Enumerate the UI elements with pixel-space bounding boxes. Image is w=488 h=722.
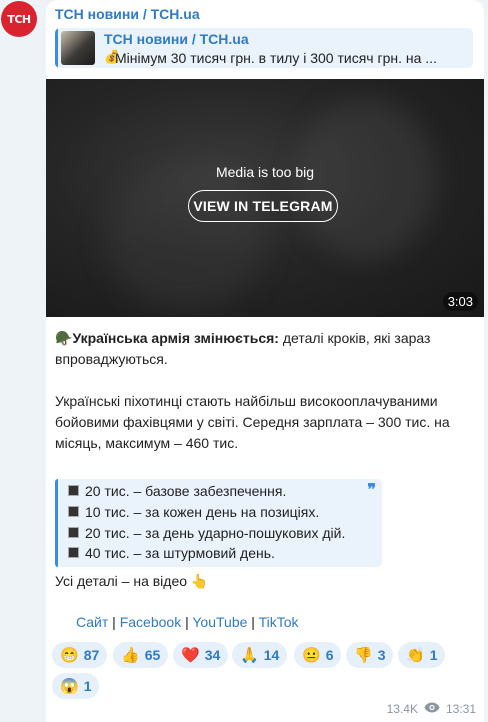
quote-mark-icon: ❞ <box>367 482 376 499</box>
message-meta: 13.4K 13:31 <box>387 702 476 716</box>
thumbs-down-emoji-icon: 👎 <box>354 647 373 664</box>
black-square-icon <box>68 485 79 496</box>
reaction-pray[interactable]: 🙏 14 <box>232 642 288 668</box>
media-too-big-message: Media is too big <box>215 164 315 180</box>
link-youtube[interactable]: YouTube <box>192 614 247 630</box>
black-square-icon <box>68 547 79 558</box>
channel-avatar[interactable]: ТСН <box>1 1 37 37</box>
scream-emoji-icon: 😱 <box>60 678 79 695</box>
reply-accent-bar <box>55 28 58 68</box>
black-square-icon <box>68 506 79 517</box>
clap-emoji-icon: 👏 <box>406 647 425 664</box>
view-in-telegram-button[interactable]: VIEW IN TELEGRAM <box>188 190 338 222</box>
reaction-heart[interactable]: ❤️ 34 <box>173 642 229 668</box>
reaction-clap[interactable]: 👏 1 <box>398 642 446 668</box>
reply-text: Мінімум 30 тисяч грн. в тилу і 300 тисяч… <box>115 50 437 66</box>
body-paragraph: Українські піхотинці стають найбільш вис… <box>55 393 450 451</box>
quote-line: 40 тис. – за штурмовий день. <box>68 545 275 561</box>
quote-accent-bar <box>55 479 58 567</box>
reply-preview[interactable]: ТСН новини / TCH.ua 💰 Мінімум 30 тисяч г… <box>55 28 473 68</box>
reply-channel-name: ТСН новини / TCH.ua <box>104 31 249 47</box>
quote-line: 20 тис. – базове забезпечення. <box>68 483 286 499</box>
black-square-icon <box>68 527 79 538</box>
video-placeholder[interactable]: Media is too big VIEW IN TELEGRAM 3:03 <box>46 79 484 317</box>
neutral-face-emoji-icon: 😐 <box>302 647 321 664</box>
heart-emoji-icon: ❤️ <box>181 647 200 664</box>
reaction-neutral[interactable]: 😐 6 <box>294 642 342 668</box>
message-time: 13:31 <box>445 702 476 716</box>
link-site[interactable]: Сайт <box>76 614 108 630</box>
eye-icon <box>424 702 440 716</box>
helmet-icon: 🪖 <box>55 330 73 346</box>
social-links: Сайт | Facebook | YouTube | TikTok <box>76 614 299 630</box>
headline: 🪖Українська армія змінюється: деталі кро… <box>55 328 475 370</box>
thumbs-up-emoji-icon: 👍 <box>121 647 140 664</box>
link-facebook[interactable]: Facebook <box>120 614 181 630</box>
reaction-grin[interactable]: 😁 87 <box>52 642 108 668</box>
reaction-scream[interactable]: 😱 1 <box>52 673 100 699</box>
link-tiktok[interactable]: TikTok <box>259 614 299 630</box>
reaction-thumbs-up[interactable]: 👍 65 <box>113 642 169 668</box>
reaction-thumbs-down[interactable]: 👎 3 <box>346 642 394 668</box>
quote-line: 10 тис. – за кожен день на позиціях. <box>68 504 319 520</box>
message-bubble: ТСН новини / TCH.ua ТСН новини / TCH.ua … <box>46 0 484 722</box>
channel-name[interactable]: ТСН новини / TCH.ua <box>55 6 200 22</box>
pray-emoji-icon: 🙏 <box>240 647 259 664</box>
grin-emoji-icon: 😁 <box>60 647 79 664</box>
quote-block: ❞ 20 тис. – базове забезпечення. 10 тис.… <box>55 479 382 567</box>
quote-line: 20 тис. – за день ударно-пошукових дій. <box>68 525 345 541</box>
video-duration: 3:03 <box>442 292 478 311</box>
headline-bold: Українська армія змінюється: <box>72 330 279 346</box>
details-line: Усі деталі – на відео 👆 <box>55 573 209 589</box>
view-count: 13.4K <box>386 702 418 716</box>
reply-thumbnail <box>61 31 95 65</box>
